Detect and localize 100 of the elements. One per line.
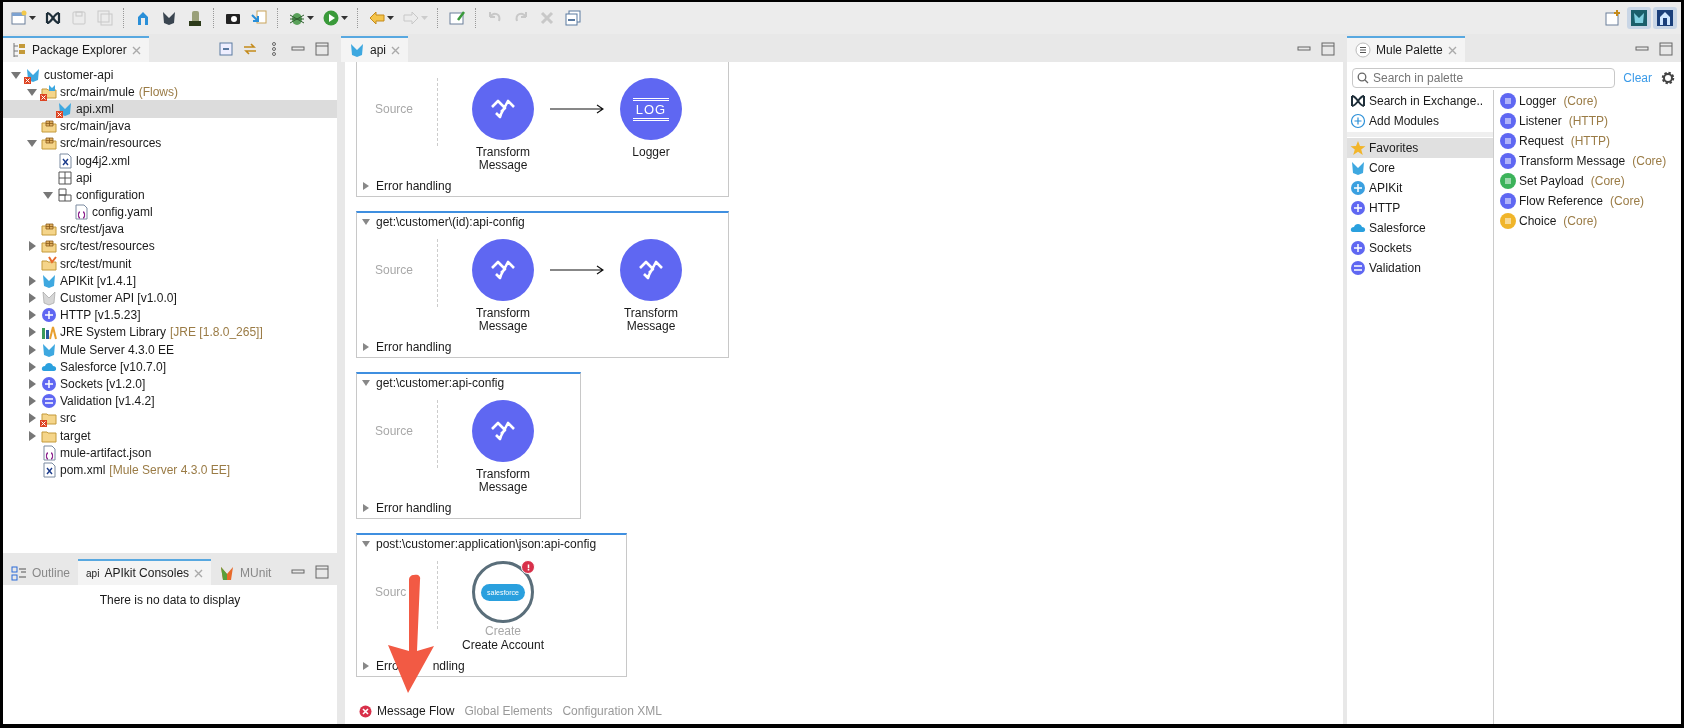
operation-item[interactable]: Flow Reference (Core): [1497, 191, 1678, 211]
tree-item[interactable]: HTTP [v1.5.23]: [3, 306, 337, 324]
expand-triangle-icon[interactable]: [27, 430, 37, 441]
close-icon[interactable]: [194, 568, 204, 578]
module-item[interactable]: APIKit: [1347, 178, 1493, 198]
connector-arrow: [550, 265, 604, 275]
toolbar-button[interactable]: [1653, 7, 1677, 29]
error-handling-toggle[interactable]: Error handling: [376, 340, 452, 354]
tree-item[interactable]: log4j2.xml: [3, 151, 337, 170]
package-explorer-tab[interactable]: Package Explorer: [3, 36, 149, 62]
logger-node[interactable]: LOG: [620, 78, 682, 140]
node-label: Transform Message: [475, 468, 531, 494]
flow-title[interactable]: post:\customer:application\json:api-config: [376, 537, 597, 551]
module-item[interactable]: Search in Exchange..: [1347, 91, 1493, 111]
tree-item[interactable]: APIKit [v1.4.1]: [3, 272, 337, 290]
module-item[interactable]: Core: [1347, 158, 1493, 178]
expand-triangle-icon[interactable]: [362, 343, 370, 351]
tree-item[interactable]: src: [3, 409, 337, 427]
tree-item[interactable]: customer-api: [3, 66, 337, 84]
tree-item[interactable]: Mule Server 4.3.0 EE: [3, 341, 337, 359]
collapse-triangle-icon[interactable]: [362, 540, 370, 548]
expand-triangle-icon[interactable]: [27, 413, 37, 424]
expand-triangle-icon[interactable]: [27, 310, 37, 321]
tree-item[interactable]: target: [3, 426, 337, 445]
flow-title[interactable]: get:\customer\(id):api-config: [376, 215, 525, 229]
editor-view-tab[interactable]: Message Flow: [359, 704, 455, 718]
tree-item[interactable]: configuration: [3, 186, 337, 204]
operation-item[interactable]: Transform Message (Core): [1497, 151, 1678, 171]
tree-item[interactable]: src/test/resources: [3, 237, 337, 256]
close-icon[interactable]: [1447, 45, 1457, 55]
close-icon[interactable]: [391, 45, 400, 55]
expand-triangle-icon[interactable]: [362, 182, 370, 190]
expand-triangle-icon[interactable]: [27, 293, 37, 304]
operation-item[interactable]: Choice (Core): [1497, 211, 1678, 231]
module-item[interactable]: Add Modules: [1347, 111, 1493, 131]
settings-icon[interactable]: [1660, 70, 1676, 86]
module-item[interactable]: Favorites: [1347, 138, 1493, 158]
expand-triangle-icon[interactable]: [27, 241, 37, 252]
tree-item[interactable]: Salesforce [v10.7.0]: [3, 358, 337, 376]
expand-triangle-icon[interactable]: [27, 327, 37, 338]
caret-icon[interactable]: [307, 15, 314, 21]
source-label: Source: [375, 102, 414, 116]
tree-item[interactable]: src/test/munit: [3, 255, 337, 273]
expand-triangle-icon[interactable]: [362, 504, 370, 512]
operation-item[interactable]: Request (HTTP): [1497, 131, 1678, 151]
grid-icon: [57, 186, 73, 203]
source-label: Sourc: [375, 585, 407, 599]
maximize-icon[interactable]: [1659, 42, 1673, 56]
search-field[interactable]: Search in palette: [1352, 68, 1616, 88]
collapse-triangle-icon[interactable]: [362, 379, 370, 387]
tree-item[interactable]: config.yaml: [3, 203, 337, 221]
tree-item[interactable]: api.xml: [3, 100, 337, 118]
collapse-triangle-icon[interactable]: [27, 86, 37, 97]
tree-item[interactable]: src/main/java: [3, 117, 337, 135]
flow-title[interactable]: get:\customer:api-config: [376, 376, 505, 390]
tree-item[interactable]: api: [3, 169, 337, 187]
expand-triangle-icon[interactable]: [27, 344, 37, 355]
expand-triangle-icon[interactable]: [27, 361, 37, 372]
editor-tab[interactable]: api: [341, 36, 408, 62]
expand-triangle-icon[interactable]: [27, 396, 37, 407]
operation-item[interactable]: Set Payload (Core): [1497, 171, 1678, 191]
expand-triangle-icon[interactable]: [27, 378, 37, 389]
operation-item[interactable]: Logger (Core): [1497, 91, 1678, 111]
tree-item[interactable]: Sockets [v1.2.0]: [3, 375, 337, 393]
link-icon[interactable]: [243, 42, 257, 56]
module-item[interactable]: HTTP: [1347, 198, 1493, 218]
item-label: customer-api: [44, 67, 114, 82]
caret-icon[interactable]: [341, 15, 348, 21]
collapse-triangle-icon[interactable]: [43, 189, 53, 200]
collapse-triangle-icon[interactable]: [27, 138, 37, 149]
maximize-icon[interactable]: [315, 42, 329, 56]
tree-item[interactable]: src/test/java: [3, 220, 337, 238]
operation-item[interactable]: Listener (HTTP): [1497, 111, 1678, 131]
panel-tab[interactable]: api APIkit Consoles: [78, 559, 212, 585]
close-icon[interactable]: [131, 45, 141, 55]
collapse-triangle-icon[interactable]: [11, 69, 21, 80]
module-item[interactable]: Sockets: [1347, 238, 1493, 258]
item-label: target: [60, 428, 91, 443]
error-handling-toggle[interactable]: ndling: [432, 659, 465, 673]
expand-triangle-icon[interactable]: [362, 662, 370, 670]
caret-icon[interactable]: [29, 15, 36, 21]
tree-item[interactable]: Customer API [v1.0.0]: [3, 289, 337, 307]
collapse-triangle-icon[interactable]: [362, 218, 370, 226]
tree-item[interactable]: mule-artifact.json: [3, 444, 337, 462]
package-folder-icon: [41, 118, 57, 135]
maximize-icon[interactable]: [1321, 42, 1335, 56]
tree-item[interactable]: Validation [v1.4.2]: [3, 392, 337, 410]
error-handling-toggle[interactable]: Error handling: [376, 179, 452, 193]
maximize-icon[interactable]: [315, 565, 329, 579]
module-item[interactable]: Validation: [1347, 258, 1493, 278]
collapse-all-icon[interactable]: [219, 42, 233, 56]
error-handling-toggle[interactable]: Error handling: [376, 501, 452, 515]
tree-item[interactable]: JRE System Library [JRE [1.8.0_265]]: [3, 323, 337, 341]
caret-icon[interactable]: [387, 15, 394, 21]
expand-triangle-icon[interactable]: [27, 275, 37, 286]
module-item[interactable]: Salesforce: [1347, 218, 1493, 238]
tree-item[interactable]: src/main/resources: [3, 134, 337, 152]
palette-tab[interactable]: Mule Palette: [1347, 36, 1465, 62]
tree-item[interactable]: src/main/mule (Flows): [3, 83, 337, 101]
tree-item[interactable]: pom.xml [Mule Server 4.3.0 EE]: [3, 461, 337, 479]
